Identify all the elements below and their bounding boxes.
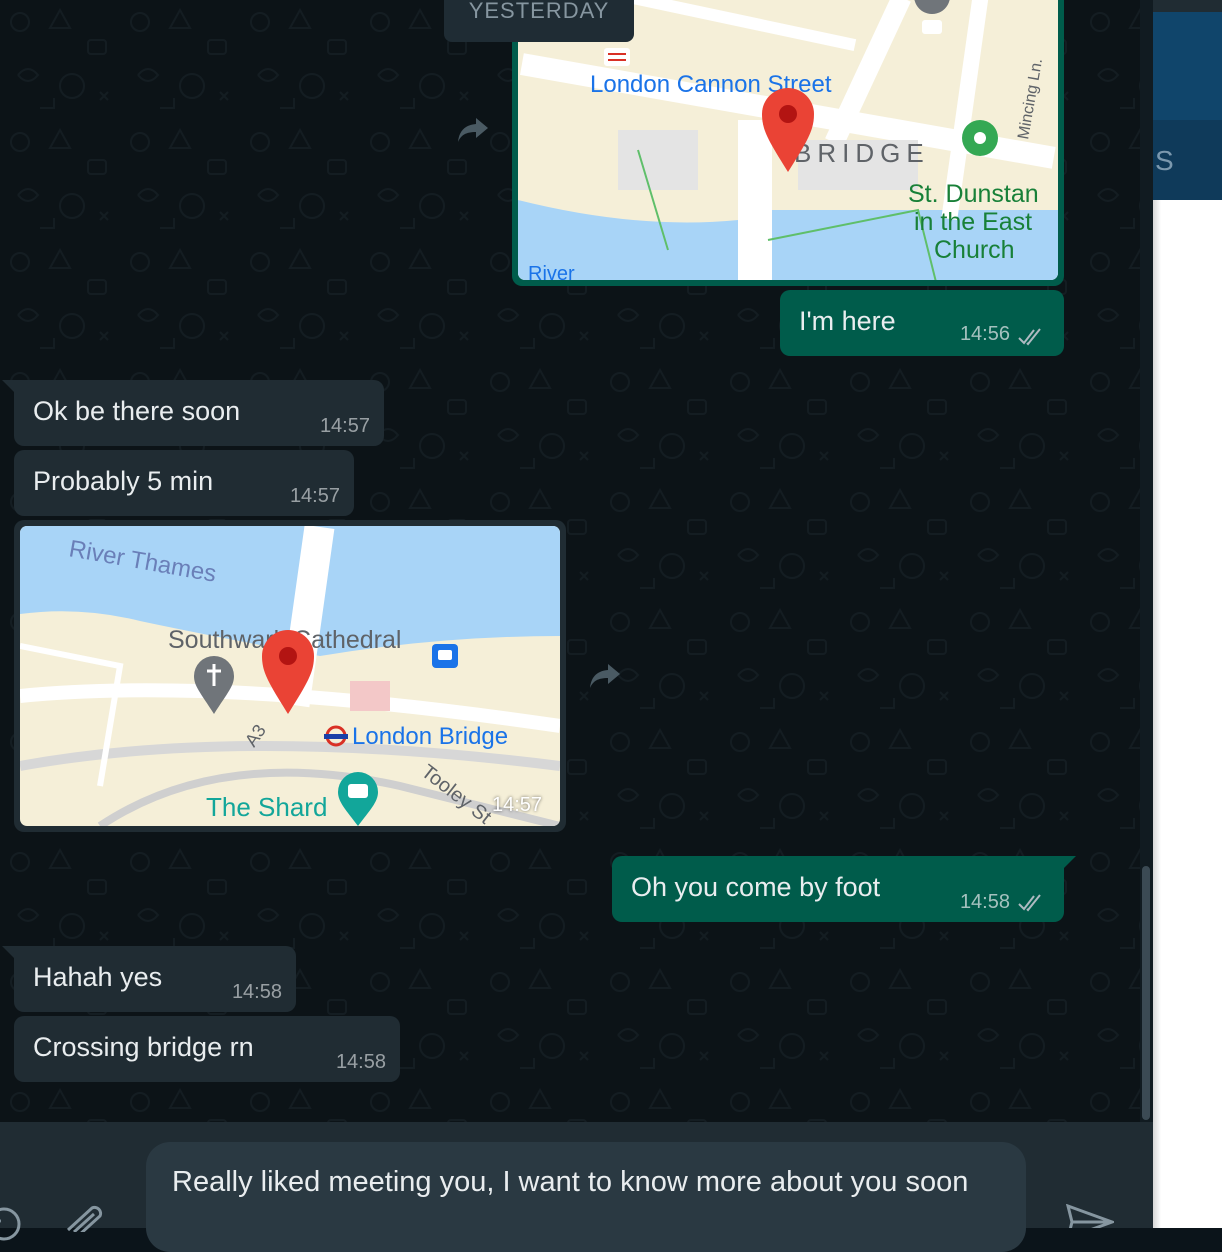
message-time: 14:58 xyxy=(231,981,282,1003)
emoji-icon[interactable] xyxy=(0,1206,22,1242)
read-ticks-icon xyxy=(1018,328,1041,346)
bubble-tail xyxy=(1064,856,1076,868)
map-label-bridge: BRIDGE xyxy=(794,138,930,168)
location-message-incoming[interactable]: River Thames Southwark Cathedral London … xyxy=(14,520,566,832)
message-outgoing[interactable]: Oh you come by foot 14:58 xyxy=(612,856,1064,922)
message-time: 14:57 xyxy=(319,415,370,437)
message-incoming[interactable]: Hahah yes 14:58 xyxy=(14,946,296,1012)
message-text: Hahah yes xyxy=(33,962,163,992)
map-thumbnail[interactable]: River Thames Southwark Cathedral London … xyxy=(20,526,560,826)
map-label-river: River xyxy=(528,263,575,280)
message-text: Probably 5 min xyxy=(33,466,214,496)
message-text: Oh you come by foot xyxy=(631,872,881,902)
send-icon[interactable] xyxy=(1066,1204,1114,1228)
message-input[interactable]: Really liked meeting you, I want to know… xyxy=(146,1142,1026,1252)
scrollbar-thumb[interactable] xyxy=(1142,866,1150,1120)
adjacent-window-top xyxy=(1153,0,1222,12)
chat-area: London Cannon Street BRIDGE St. Dunstan … xyxy=(0,0,1153,1122)
forward-icon[interactable] xyxy=(456,114,490,144)
bubble-tail xyxy=(2,946,14,958)
message-text: Ok be there soon xyxy=(33,396,241,426)
date-divider: YESTERDAY xyxy=(444,0,634,42)
message-incoming[interactable]: Ok be there soon 14:57 xyxy=(14,380,384,446)
message-time: 14:57 xyxy=(289,485,340,507)
message-text: Crossing bridge rn xyxy=(33,1032,254,1062)
composer-bar: Really liked meeting you, I want to know… xyxy=(0,1122,1153,1252)
map-label-church: Church xyxy=(934,236,1015,264)
message-time: 14:57 xyxy=(492,794,543,816)
read-ticks-icon xyxy=(1018,894,1041,912)
map-label-london-bridge: London Bridge xyxy=(352,723,508,750)
message-time: 14:58 xyxy=(959,891,1010,913)
map-thumbnail[interactable]: London Cannon Street BRIDGE St. Dunstan … xyxy=(518,0,1058,280)
adjacent-window-edge xyxy=(1153,200,1161,1228)
message-incoming[interactable]: Probably 5 min 14:57 xyxy=(14,450,354,516)
location-message-outgoing[interactable]: London Cannon Street BRIDGE St. Dunstan … xyxy=(512,0,1064,286)
transit-badge-icon xyxy=(432,644,458,668)
message-outgoing[interactable]: I'm here 14:56 xyxy=(780,290,1064,356)
message-incoming[interactable]: Crossing bridge rn 14:58 xyxy=(14,1016,400,1082)
map-label-st-dunstan: St. Dunstan xyxy=(908,180,1039,208)
rail-icon xyxy=(604,48,630,66)
message-time: 14:58 xyxy=(335,1051,386,1073)
forward-icon[interactable] xyxy=(588,660,622,690)
park-pin-icon xyxy=(962,120,998,156)
message-time: 14:56 xyxy=(959,323,1010,345)
message-text: I'm here xyxy=(799,306,896,336)
bubble-tail xyxy=(2,380,14,392)
map-label-in-the-east: in the East xyxy=(914,208,1032,236)
adjacent-window-label: S xyxy=(1155,145,1174,176)
map-label-the-shard: The Shard xyxy=(206,792,327,822)
adjacent-window: S xyxy=(1153,0,1222,1228)
